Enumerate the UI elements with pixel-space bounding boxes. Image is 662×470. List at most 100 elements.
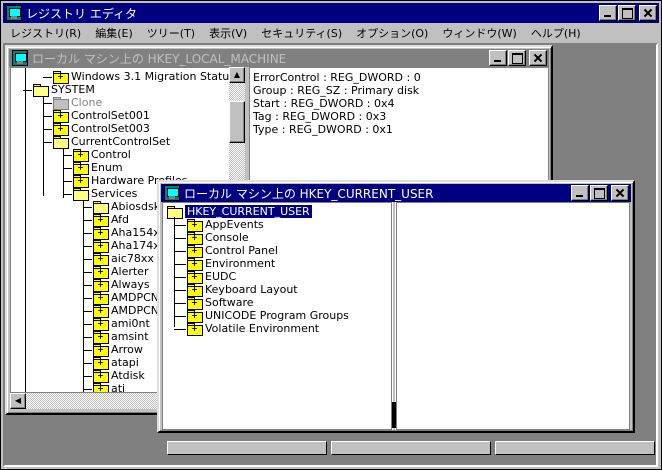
scroll-thumb[interactable]	[229, 101, 245, 143]
minimize-button[interactable]	[489, 50, 507, 66]
tree-node[interactable]: + ami0nt	[93, 317, 150, 331]
tree-node[interactable]: + Afd	[93, 213, 129, 227]
tree-node[interactable]: + Control	[73, 148, 131, 162]
tree-node[interactable]: + AMDPCN	[93, 304, 159, 318]
tree-node[interactable]: Clone	[53, 96, 103, 110]
tree-node[interactable]: + Environment	[187, 257, 276, 271]
folder-open-icon	[73, 188, 89, 201]
tree-node[interactable]: + ControlSet003	[53, 122, 150, 136]
tree-node[interactable]: + Arrow	[93, 343, 143, 357]
tree-node[interactable]: Abiosdsk	[93, 200, 161, 214]
tree-node-label: Environment	[205, 257, 276, 270]
tree-node-label: ati	[111, 382, 126, 393]
scroll-up-button[interactable]: ▲	[229, 67, 245, 83]
tree-node-label: Abiosdsk	[111, 200, 161, 213]
tree-connector	[43, 103, 52, 104]
minimized-window[interactable]	[167, 441, 327, 455]
expand-plus-icon: +	[57, 72, 64, 81]
menu-edit[interactable]: 編集(E)	[88, 25, 140, 41]
tree-node[interactable]: Services	[73, 187, 137, 201]
key-tree-pane[interactable]: HKEY_CURRENT_USER + AppEvents + Console + Cont…	[162, 202, 392, 430]
regedit-icon[interactable]	[6, 5, 22, 21]
tree-node[interactable]: + Atdisk	[93, 369, 145, 383]
tree-node[interactable]: HKEY_CURRENT_USER	[167, 205, 312, 219]
maximize-button[interactable]	[508, 50, 526, 66]
tree-node[interactable]: + Software	[187, 296, 254, 310]
local-machine-titlebar[interactable]: ローカル マシン上の HKEY_LOCAL_MACHINE	[9, 49, 549, 67]
menu-help[interactable]: ヘルプ(H)	[524, 25, 588, 41]
tree-node[interactable]: + Alerter	[93, 265, 148, 279]
tree-node[interactable]: + ControlSet001	[53, 109, 150, 123]
app-titlebar[interactable]: レジストリ エディタ	[3, 3, 659, 23]
values-pane[interactable]	[396, 202, 630, 430]
tree-node-label: Control	[91, 148, 131, 161]
tree-node[interactable]: + Control Panel	[187, 244, 278, 258]
tree-node[interactable]: SYSTEM	[33, 83, 95, 97]
tree-node[interactable]: + Enum	[73, 161, 123, 175]
menu-registry[interactable]: レジストリ(R)	[3, 25, 88, 41]
tree-node-label: Console	[205, 231, 249, 244]
tree-node[interactable]: + atapi	[93, 356, 139, 370]
folder-icon: +	[187, 232, 203, 245]
tree-node[interactable]: + amsint	[93, 330, 149, 344]
tree-node[interactable]: + aic78xx	[93, 252, 154, 266]
close-button[interactable]	[639, 5, 657, 21]
tree-node-label: Aha174x	[111, 239, 160, 252]
app-title: レジストリ エディタ	[26, 6, 137, 21]
value-row[interactable]: ErrorControl : REG_DWORD : 0	[253, 71, 421, 84]
tree-node[interactable]: + Volatile Environment	[187, 322, 319, 336]
menu-window[interactable]: ウィンドウ(W)	[435, 25, 523, 41]
tree-node[interactable]: + Console	[187, 231, 249, 245]
expand-plus-icon: +	[191, 311, 198, 320]
value-row[interactable]: Start : REG_DWORD : 0x4	[253, 97, 395, 110]
tree-connector	[83, 272, 92, 273]
expand-plus-icon: +	[77, 163, 84, 172]
tree-node[interactable]: + Aha154x	[93, 226, 160, 240]
menu-tree[interactable]: ツリー(T)	[140, 25, 202, 41]
tree-node[interactable]: + Windows 3.1 Migration Status	[53, 70, 230, 84]
folder-icon: +	[93, 344, 109, 357]
tree-node[interactable]: CurrentControlSet	[53, 135, 170, 149]
menu-options[interactable]: オプション(O)	[349, 25, 435, 41]
minimized-window[interactable]	[495, 441, 655, 455]
tree-node-label: Clone	[71, 96, 103, 109]
tree-node-label: amsint	[111, 330, 149, 343]
close-button[interactable]	[529, 50, 547, 66]
tree-connector	[83, 233, 92, 234]
tree-node[interactable]: + Always	[93, 278, 150, 292]
expand-plus-icon: +	[97, 293, 104, 302]
tree-node-label: aic78xx	[111, 252, 154, 265]
folder-icon: +	[93, 266, 109, 279]
expand-plus-icon: +	[97, 306, 104, 315]
minimized-window[interactable]	[331, 441, 491, 455]
tree-node[interactable]: + UNICODE Program Groups	[187, 309, 349, 323]
scroll-left-button[interactable]: ◀	[10, 393, 26, 409]
window-icon[interactable]	[12, 50, 28, 66]
tree-node[interactable]: + EUDC	[187, 270, 236, 284]
tree-connector	[43, 129, 52, 130]
minimize-button[interactable]	[599, 5, 617, 21]
tree-node[interactable]: + ati	[93, 382, 126, 393]
minimize-button[interactable]	[571, 185, 589, 201]
maximize-button[interactable]	[618, 5, 636, 21]
tree-connector	[83, 259, 92, 260]
tree-node[interactable]: + AMDPCN	[93, 291, 159, 305]
expand-plus-icon: +	[97, 358, 104, 367]
tree-node[interactable]: + Keyboard Layout	[187, 283, 298, 297]
value-row[interactable]: Group : REG_SZ : Primary disk	[253, 84, 419, 97]
tree-connector	[83, 311, 92, 312]
expand-plus-icon: +	[191, 233, 198, 242]
tree-node[interactable]: + AppEvents	[187, 218, 264, 232]
tree-node[interactable]: + Aha174x	[93, 239, 160, 253]
folder-icon: +	[187, 323, 203, 336]
current-user-titlebar[interactable]: ローカル マシン上の HKEY_CURRENT_USER	[161, 184, 631, 202]
value-row[interactable]: Type : REG_DWORD : 0x1	[253, 123, 393, 136]
close-button[interactable]	[611, 185, 629, 201]
value-row[interactable]: Tag : REG_DWORD : 0x3	[253, 110, 386, 123]
window-icon[interactable]	[164, 185, 180, 201]
maximize-button[interactable]	[590, 185, 608, 201]
menu-view[interactable]: 表示(V)	[202, 25, 254, 41]
tree-connector	[174, 225, 186, 226]
menu-security[interactable]: セキュリティ(S)	[254, 25, 349, 41]
tree-connector	[83, 324, 92, 325]
